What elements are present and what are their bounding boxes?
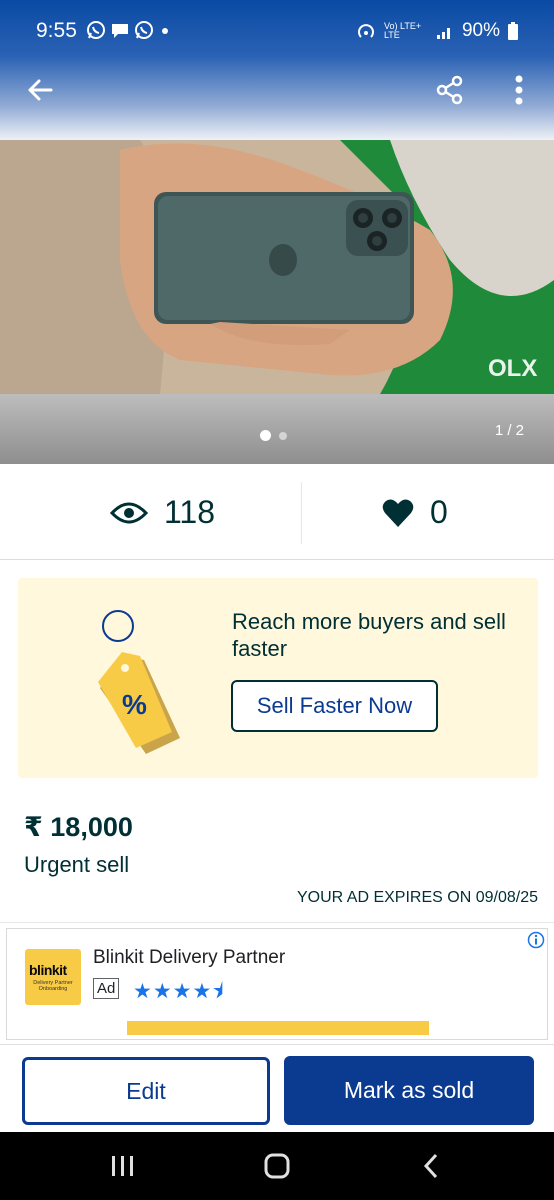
battery-icon — [508, 22, 518, 40]
header-area: 9:55 Vo) LTE+ LTE 90% — [0, 0, 554, 140]
likes-stat: 0 — [382, 494, 448, 531]
listing-price: ₹ 18,000 — [24, 812, 133, 842]
gallery-footer — [0, 394, 554, 464]
rating-stars: ★★★★⯨ — [133, 980, 225, 1003]
ad-info-icon[interactable] — [527, 931, 545, 949]
stats-row: 118 0 — [0, 464, 554, 560]
gallery-pagination — [260, 430, 287, 441]
brand-logo-text: blinkit — [29, 962, 67, 978]
status-time: 9:55 — [36, 19, 77, 42]
blinkit-logo[interactable]: blinkit Delivery Partner Onboarding — [25, 949, 81, 1005]
sell-faster-button[interactable]: Sell Faster Now — [231, 680, 438, 732]
ad-advertiser-name[interactable]: Blinkit Delivery Partner — [93, 947, 285, 969]
promo-headline: Reach more buyers and sell faster — [232, 609, 506, 661]
olx-watermark: OLX — [488, 355, 537, 382]
listing-photo[interactable]: OLX — [0, 140, 554, 394]
status-bar: 9:55 Vo) LTE+ LTE 90% — [0, 0, 554, 64]
recent-apps-icon[interactable] — [108, 1152, 138, 1180]
home-icon[interactable] — [262, 1152, 292, 1180]
dot-icon — [162, 28, 168, 34]
image-gallery[interactable]: OLX 1 / 2 — [0, 140, 554, 464]
hotspot-icon — [358, 24, 374, 38]
eye-icon — [110, 502, 148, 523]
likes-count: 0 — [430, 494, 448, 530]
views-count: 118 — [164, 494, 216, 530]
app-bar — [0, 64, 554, 120]
price-tag-icon: % — [98, 610, 180, 754]
brand-logo-subtext: Delivery Partner Onboarding — [33, 980, 73, 992]
whatsapp-icon — [135, 21, 153, 39]
ad-cta-bar[interactable] — [127, 1021, 429, 1035]
signal-icon — [436, 28, 450, 39]
chat-bubble-icon — [112, 24, 128, 38]
battery-text: 90% — [461, 20, 500, 41]
share-icon[interactable] — [434, 74, 466, 106]
ad-badge: Ad — [93, 978, 120, 999]
back-nav-icon[interactable] — [418, 1152, 448, 1180]
system-nav-bar — [0, 1132, 554, 1200]
listing-title: Urgent sell — [24, 852, 130, 877]
views-stat: 118 — [110, 494, 215, 531]
promo-banner: % Reach more buyers and sell faster Sell… — [18, 578, 538, 778]
stats-divider — [301, 482, 302, 544]
pagination-dot-active[interactable] — [260, 430, 271, 441]
notification-icons — [86, 20, 172, 40]
divider — [0, 922, 554, 923]
back-arrow-icon[interactable] — [24, 74, 56, 106]
heart-icon — [382, 499, 414, 527]
mark-as-sold-button[interactable]: Mark as sold — [284, 1056, 534, 1125]
more-vertical-icon[interactable] — [504, 72, 534, 108]
tag-symbol: % — [122, 689, 147, 720]
ad-expiry: YOUR AD EXPIRES ON 09/08/25 — [297, 889, 538, 906]
bottom-action-bar: Edit Mark as sold — [0, 1044, 554, 1132]
network-label: Vo) LTE+ LTE — [383, 21, 422, 40]
edit-button[interactable]: Edit — [22, 1057, 270, 1125]
system-status-icons: Vo) LTE+ LTE 90% — [356, 20, 518, 42]
sponsored-ad-card[interactable]: blinkit Delivery Partner Onboarding Blin… — [6, 928, 548, 1040]
page-counter: 1 / 2 — [494, 422, 524, 439]
pagination-dot[interactable] — [279, 432, 287, 440]
whatsapp-icon — [87, 21, 105, 39]
